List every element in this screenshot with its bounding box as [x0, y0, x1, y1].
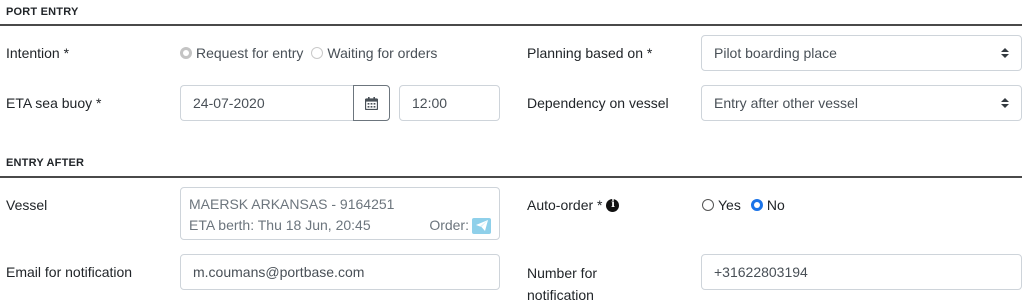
vessel-name-line: MAERSK ARKANSAS - 9164251 [189, 194, 491, 215]
radio-label-yes: Yes [718, 197, 741, 213]
radio-request-for-entry[interactable] [180, 47, 192, 59]
vessel-info-box[interactable]: MAERSK ARKANSAS - 9164251 ETA berth: Thu… [180, 187, 500, 240]
radio-waiting-for-orders[interactable] [311, 47, 324, 59]
eta-time-input[interactable]: 12:00 [399, 85, 500, 121]
eta-date-value: 24-07-2020 [193, 95, 265, 111]
intention-option-request[interactable]: Request for entry [180, 43, 303, 63]
section-divider [0, 24, 1022, 26]
intention-option-waiting[interactable]: Waiting for orders [311, 43, 437, 63]
radio-label-no: No [766, 197, 785, 213]
radio-no[interactable] [750, 199, 763, 211]
eta-sea-buoy-label: ETA sea buoy * [6, 95, 102, 111]
calendar-button[interactable] [353, 85, 390, 121]
section-divider [0, 176, 1022, 178]
number-notification-label-line2: notification [527, 287, 594, 303]
auto-order-label-wrap: Auto-order * i [527, 195, 620, 215]
order-label: Order: [429, 217, 469, 233]
section-title-port-entry: PORT ENTRY [6, 6, 79, 18]
section-title-entry-after: ENTRY AFTER [6, 157, 85, 169]
planning-based-on-select[interactable]: Pilot boarding place [701, 35, 1022, 71]
number-notification-label: Number for notification [527, 262, 597, 306]
auto-order-radio-group: Yes No [702, 195, 785, 215]
number-notification-value: +31622803194 [714, 264, 808, 280]
eta-date-input[interactable]: 24-07-2020 [180, 85, 355, 121]
vessel-label: Vessel [6, 197, 48, 213]
chevron-up-down-icon [1001, 98, 1009, 108]
auto-order-option-yes[interactable]: Yes [702, 195, 741, 215]
vessel-name: MAERSK ARKANSAS - 9164251 [189, 196, 395, 212]
dependency-on-vessel-select[interactable]: Entry after other vessel [701, 85, 1022, 121]
vessel-eta-line: ETA berth: Thu 18 Jun, 20:45 Order: [189, 215, 491, 236]
dependency-on-vessel-value: Entry after other vessel [714, 95, 858, 111]
intention-label: Intention * [6, 45, 70, 61]
eta-time-value: 12:00 [412, 95, 448, 111]
radio-label-waiting-for-orders: Waiting for orders [327, 45, 438, 61]
auto-order-option-no[interactable]: No [750, 195, 785, 215]
intention-radio-group: Request for entry Waiting for orders [180, 43, 437, 63]
number-notification-label-line1: Number for [527, 265, 598, 281]
planning-based-on-value: Pilot boarding place [714, 45, 837, 61]
number-notification-input[interactable]: +31622803194 [701, 254, 1022, 290]
paper-plane-icon[interactable] [472, 217, 491, 234]
vessel-eta-berth: ETA berth: Thu 18 Jun, 20:45 [189, 217, 371, 233]
email-notification-label: Email for notification [6, 264, 133, 280]
chevron-up-down-icon [1001, 48, 1009, 58]
radio-yes[interactable] [702, 199, 714, 211]
email-notification-input[interactable]: m.coumans@portbase.com [180, 254, 500, 290]
radio-label-request-for-entry: Request for entry [196, 45, 304, 61]
dependency-on-vessel-label: Dependency on vessel [527, 95, 669, 111]
email-notification-value: m.coumans@portbase.com [193, 264, 365, 280]
auto-order-label: Auto-order * [527, 197, 603, 213]
planning-based-on-label: Planning based on * [527, 45, 653, 61]
calendar-icon [365, 96, 378, 110]
info-icon[interactable]: i [606, 198, 620, 212]
